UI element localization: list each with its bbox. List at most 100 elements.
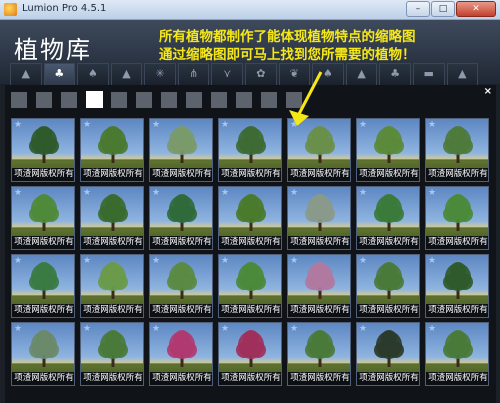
favorite-star-icon[interactable]: ★ (359, 188, 367, 198)
favorite-star-icon[interactable]: ★ (152, 188, 160, 198)
plant-thumbnail[interactable]: ★ 项渣网版权所有 (218, 186, 282, 250)
subcategory-button[interactable] (211, 92, 227, 108)
subcategory-button[interactable] (61, 92, 77, 108)
plant-thumbnail[interactable]: ★ 项渣网版权所有 (149, 254, 213, 318)
plant-preview-icon (305, 194, 335, 231)
tab-hedge-icon[interactable]: ▬ (412, 63, 445, 85)
favorite-star-icon[interactable]: ★ (152, 256, 160, 266)
plant-thumbnail[interactable]: ★ 项渣网版权所有 (425, 118, 489, 182)
favorite-star-icon[interactable]: ★ (359, 120, 367, 130)
thumbnail-caption: 项渣网版权所有 (288, 304, 350, 317)
favorite-star-icon[interactable]: ★ (83, 188, 91, 198)
plant-thumbnail[interactable]: ★ 项渣网版权所有 (356, 322, 420, 386)
favorite-star-icon[interactable]: ★ (359, 324, 367, 334)
thumbnail-caption: 项渣网版权所有 (426, 372, 488, 385)
tall-tree-icon: ▲ (357, 67, 366, 80)
thumbnail-caption: 项渣网版权所有 (426, 236, 488, 249)
plant-thumbnail[interactable]: ★ 项渣网版权所有 (287, 322, 351, 386)
plant-thumbnail[interactable]: ★ 项渣网版权所有 (149, 118, 213, 182)
subcategory-button[interactable] (11, 92, 27, 108)
favorite-star-icon[interactable]: ★ (290, 324, 298, 334)
favorite-star-icon[interactable]: ★ (83, 120, 91, 130)
tab-conifer-icon[interactable]: ▲ (110, 63, 143, 85)
plant-thumbnail[interactable]: ★ 项渣网版权所有 (11, 118, 75, 182)
annotation-arrow-icon (289, 71, 323, 126)
maximize-button[interactable]: □ (431, 1, 455, 17)
favorite-star-icon[interactable]: ★ (428, 324, 436, 334)
tab-bush-icon[interactable]: ♠ (77, 63, 109, 85)
tab-palm-icon[interactable]: ✳ (144, 63, 176, 85)
plant-thumbnail[interactable]: ★ 项渣网版权所有 (80, 186, 144, 250)
subcategory-button[interactable] (136, 92, 152, 108)
favorite-star-icon[interactable]: ★ (14, 120, 22, 130)
close-panel-icon[interactable]: × (484, 86, 492, 97)
favorite-star-icon[interactable]: ★ (83, 256, 91, 266)
tab-plant-icon[interactable]: ⋎ (211, 63, 244, 85)
tab-deciduous-tree-icon[interactable]: ♣ (43, 63, 76, 85)
favorite-star-icon[interactable]: ★ (221, 188, 229, 198)
favorite-star-icon[interactable]: ★ (428, 188, 436, 198)
favorite-star-icon[interactable]: ★ (221, 324, 229, 334)
thumbnail-caption: 项渣网版权所有 (150, 304, 212, 317)
favorite-star-icon[interactable]: ★ (221, 120, 229, 130)
subcategory-button[interactable] (36, 92, 52, 108)
favorite-star-icon[interactable]: ★ (428, 120, 436, 130)
subcategory-button[interactable] (111, 92, 127, 108)
subcategory-button[interactable] (261, 92, 277, 108)
tab-tall-tree-icon[interactable]: ▲ (345, 63, 378, 85)
favorite-star-icon[interactable]: ★ (14, 188, 22, 198)
plant-preview-icon (443, 262, 473, 299)
plant-thumbnail[interactable]: ★ 项渣网版权所有 (11, 186, 75, 250)
favorite-star-icon[interactable]: ★ (152, 120, 160, 130)
plant-preview-icon (236, 126, 266, 163)
favorite-star-icon[interactable]: ★ (14, 256, 22, 266)
bush-icon: ♠ (88, 67, 98, 80)
plant-thumbnail[interactable]: ★ 项渣网版权所有 (11, 322, 75, 386)
tab-forest-icon[interactable]: ▲ (446, 63, 479, 85)
plant-thumbnail[interactable]: ★ 项渣网版权所有 (287, 186, 351, 250)
plant-thumbnail[interactable]: ★ 项渣网版权所有 (11, 254, 75, 318)
tree-group-icon: ♣ (390, 67, 401, 80)
favorite-star-icon[interactable]: ★ (290, 256, 298, 266)
thumbnail-caption: 项渣网版权所有 (426, 168, 488, 181)
close-button[interactable]: ✕ (456, 1, 496, 17)
subcategory-button[interactable] (186, 92, 202, 108)
thumbnail-caption: 项渣网版权所有 (12, 304, 74, 317)
subcategory-button[interactable] (236, 92, 252, 108)
plant-preview-icon (29, 262, 59, 299)
minimize-button[interactable]: – (406, 1, 430, 17)
plant-preview-icon (305, 262, 335, 299)
subcategory-button[interactable] (86, 91, 103, 108)
favorite-star-icon[interactable]: ★ (290, 188, 298, 198)
plant-thumbnail[interactable]: ★ 项渣网版权所有 (218, 118, 282, 182)
plant-thumbnail[interactable]: ★ 项渣网版权所有 (356, 118, 420, 182)
plant-thumbnail[interactable]: ★ 项渣网版权所有 (149, 322, 213, 386)
plant-thumbnail[interactable]: ★ 项渣网版权所有 (287, 254, 351, 318)
plant-thumbnail[interactable]: ★ 项渣网版权所有 (80, 254, 144, 318)
plant-thumbnail[interactable]: ★ 项渣网版权所有 (425, 322, 489, 386)
favorite-star-icon[interactable]: ★ (83, 324, 91, 334)
favorite-star-icon[interactable]: ★ (221, 256, 229, 266)
tab-tree-icon[interactable]: ▲ (10, 63, 42, 85)
tab-grass-icon[interactable]: ⋔ (177, 63, 210, 85)
grass-icon: ⋔ (189, 67, 199, 80)
thumbnail-caption: 项渣网版权所有 (150, 372, 212, 385)
plant-thumbnail-grid: ★ 项渣网版权所有 ★ 项渣网版权所有 ★ 项渣网版权所有 ★ 项渣网版权所有 ★ 项渣网版权所有… (5, 115, 496, 403)
tab-tree-group-icon[interactable]: ♣ (379, 63, 411, 85)
plant-thumbnail[interactable]: ★ 项渣网版权所有 (356, 254, 420, 318)
plant-thumbnail[interactable]: ★ 项渣网版权所有 (80, 118, 144, 182)
plant-preview-icon (29, 194, 59, 231)
plant-thumbnail[interactable]: ★ 项渣网版权所有 (218, 322, 282, 386)
favorite-star-icon[interactable]: ★ (428, 256, 436, 266)
plant-thumbnail[interactable]: ★ 项渣网版权所有 (356, 186, 420, 250)
plant-thumbnail[interactable]: ★ 项渣网版权所有 (425, 186, 489, 250)
tab-flower-icon[interactable]: ✿ (245, 63, 277, 85)
plant-thumbnail[interactable]: ★ 项渣网版权所有 (149, 186, 213, 250)
plant-thumbnail[interactable]: ★ 项渣网版权所有 (425, 254, 489, 318)
favorite-star-icon[interactable]: ★ (14, 324, 22, 334)
favorite-star-icon[interactable]: ★ (152, 324, 160, 334)
subcategory-button[interactable] (161, 92, 177, 108)
plant-thumbnail[interactable]: ★ 项渣网版权所有 (218, 254, 282, 318)
favorite-star-icon[interactable]: ★ (359, 256, 367, 266)
plant-thumbnail[interactable]: ★ 项渣网版权所有 (80, 322, 144, 386)
